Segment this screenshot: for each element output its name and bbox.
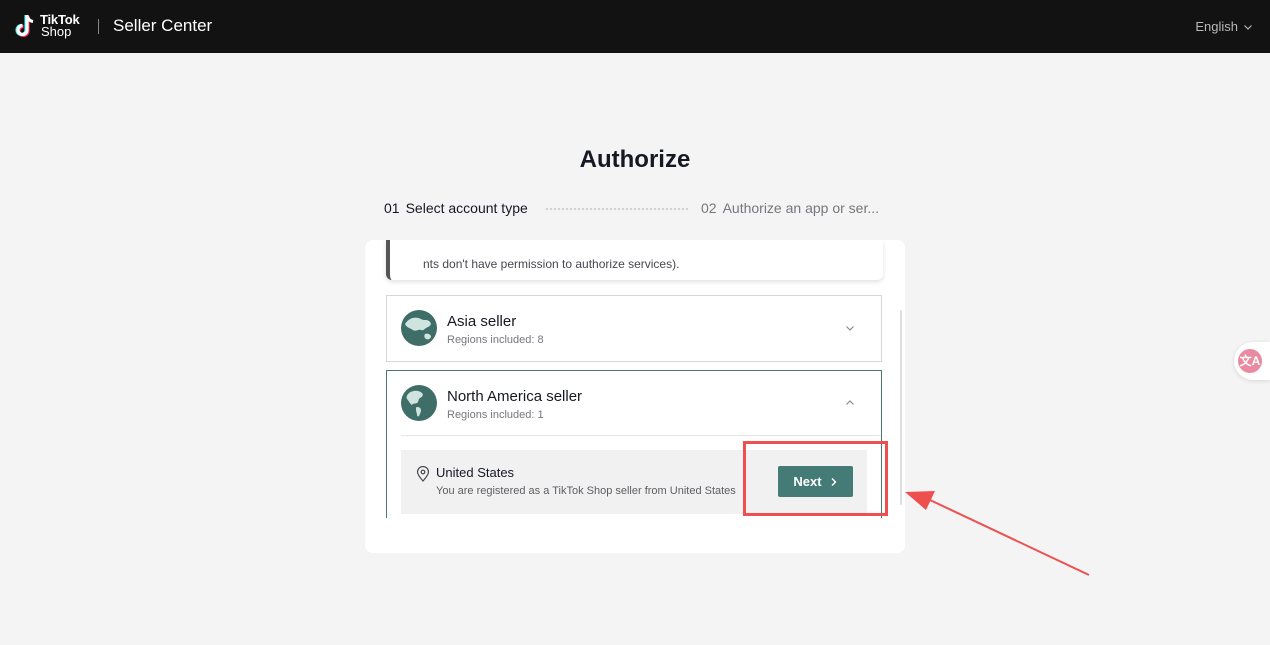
next-button-highlight-box [743,441,888,516]
asia-seller-regions: Regions included: 8 [447,334,544,346]
step-1-number: 01 [384,200,400,216]
step-connector [546,208,688,210]
language-label: English [1195,19,1238,34]
permission-notice-text: nts don't have permission to authorize s… [423,257,680,271]
top-navigation-bar: TikTok Shop Seller Center English [0,0,1270,53]
tiktok-note-icon [15,15,34,38]
permission-notice: nts don't have permission to authorize s… [386,240,883,280]
north-america-seller-title: North America seller [447,388,583,405]
chevron-down-icon[interactable] [844,322,856,334]
page-title: Authorize [579,146,691,173]
translate-icon: 文A [1238,349,1262,373]
globe-asia-icon [401,310,437,346]
step-1: 01 Select account type [384,200,528,216]
region-name: United States [436,465,515,480]
region-description: You are registered as a TikTok Shop sell… [436,485,736,497]
tiktok-shop-logo[interactable]: TikTok Shop [13,13,80,39]
logo-text: TikTok Shop [40,13,80,39]
step-2-number: 02 [701,200,717,216]
step-2-label: Authorize an app or ser... [722,200,880,216]
asia-seller-title: Asia seller [447,313,517,330]
north-america-seller-regions: Regions included: 1 [447,409,544,421]
location-pin-icon [416,466,430,482]
card-divider [401,435,881,436]
step-1-label: Select account type [405,200,528,216]
globe-americas-icon [401,385,437,421]
app-title: Seller Center [113,16,213,35]
chevron-down-icon [1244,24,1252,30]
asia-seller-card[interactable]: Asia seller Regions included: 8 [386,295,882,362]
chevron-up-icon[interactable] [844,397,856,409]
logo-line2: Shop [41,24,72,39]
translate-float-button[interactable]: 文A [1234,342,1270,380]
header-divider [98,19,99,34]
language-selector[interactable]: English [1195,19,1253,34]
step-2: 02 Authorize an app or ser... [701,200,879,216]
panel-scrollbar[interactable] [900,310,902,505]
